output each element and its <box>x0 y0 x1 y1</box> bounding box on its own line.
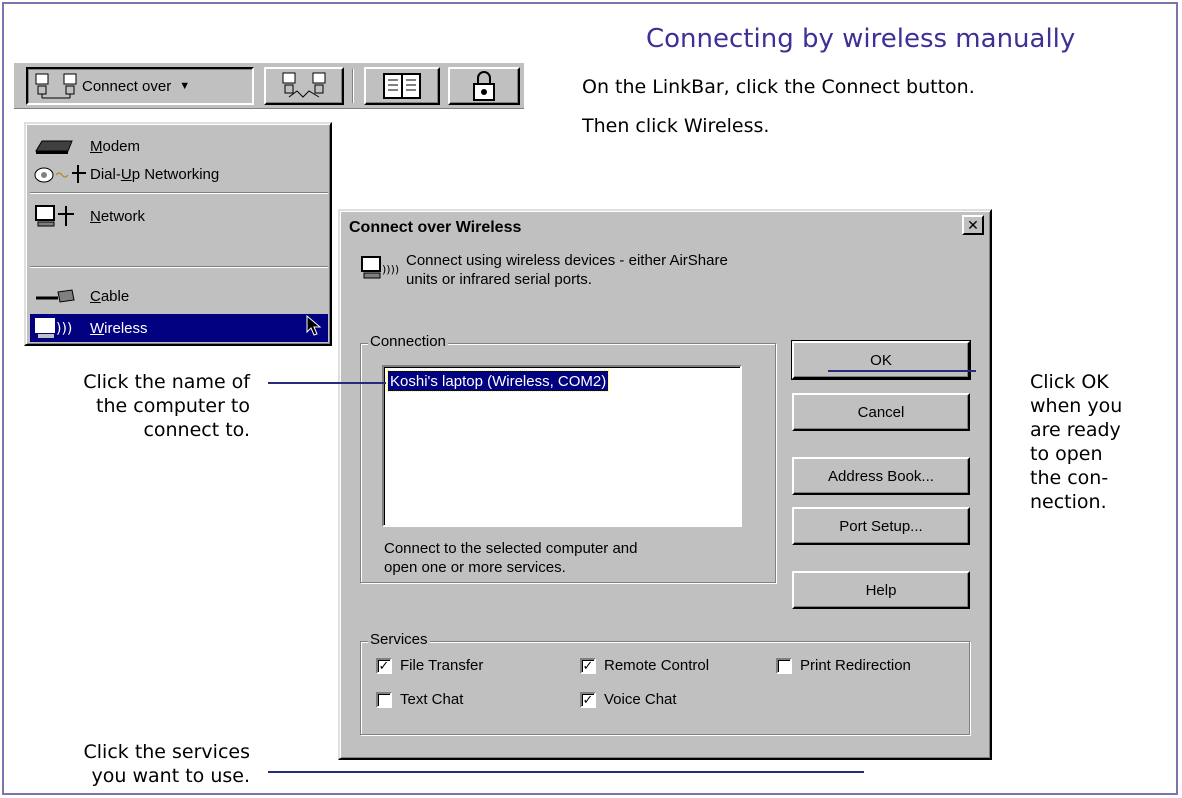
connect-icon <box>35 73 77 99</box>
transfer-icon <box>282 72 326 98</box>
connection-listbox[interactable]: Koshi's laptop (Wireless, COM2) <box>382 365 742 527</box>
menu-item-label: Wireless <box>90 319 148 337</box>
note-line: Click OK <box>1030 371 1109 393</box>
address-book-button[interactable]: Address Book... <box>792 457 970 495</box>
callout-line-services <box>268 771 864 773</box>
note-line: to open <box>1030 443 1103 465</box>
menu-item-cable[interactable]: Cable <box>30 282 328 310</box>
note-line: connect to. <box>143 419 250 441</box>
cancel-button[interactable]: Cancel <box>792 393 970 431</box>
note-line: are ready <box>1030 419 1121 441</box>
menu-item-label: Cable <box>90 287 130 305</box>
connect-over-button[interactable]: Connect over ▼ <box>26 67 254 105</box>
callout-line-ok <box>828 370 976 372</box>
checkbox-label: Remote Control <box>604 657 710 674</box>
modem-icon <box>35 140 73 154</box>
connect-over-wireless-dialog: Connect over Wireless ✕ )))) Connect usi… <box>338 209 992 760</box>
note-ok: Click OK when you are ready to open the … <box>1030 370 1170 514</box>
note-line: nection. <box>1030 491 1107 513</box>
network-icon <box>35 205 74 227</box>
checkbox-box[interactable] <box>776 657 792 674</box>
menu-item-modem[interactable]: Modem <box>30 132 328 160</box>
lock-icon-button[interactable] <box>448 67 520 105</box>
connection-group-label: Connection <box>368 333 448 350</box>
dialog-titlebar: Connect over Wireless <box>343 214 987 242</box>
note-line: when you <box>1030 395 1123 417</box>
wireless-icon: ))) <box>35 318 72 338</box>
note-line: the con- <box>1030 467 1109 489</box>
checkbox-box[interactable]: ✓ <box>580 657 596 674</box>
dialog-title: Connect over Wireless <box>349 219 522 236</box>
dropdown-arrow-icon: ▼ <box>179 80 191 92</box>
connection-hint-2: open one or more services. <box>384 559 566 576</box>
instruction-1: On the LinkBar, click the Connect button… <box>582 76 975 98</box>
note-line: Click the name of <box>83 371 250 393</box>
ok-button[interactable]: OK <box>791 340 971 380</box>
help-button[interactable]: Help <box>792 571 970 609</box>
toolbar-separator <box>352 69 354 103</box>
close-button[interactable]: ✕ <box>962 215 984 235</box>
port-setup-button[interactable]: Port Setup... <box>792 507 970 545</box>
note-computer: Click the name of the computer to connec… <box>40 370 250 442</box>
dialog-description-1: Connect using wireless devices - either … <box>406 252 728 269</box>
list-item[interactable]: Koshi's laptop (Wireless, COM2) <box>386 370 610 392</box>
dialog-description-2: units or infrared serial ports. <box>406 271 592 288</box>
menu-item-label: Modem <box>90 137 141 155</box>
dialup-icon <box>34 165 86 183</box>
lock-icon <box>473 71 495 101</box>
note-line: the computer to <box>96 395 250 417</box>
services-group <box>360 641 970 735</box>
menu-separator <box>30 266 328 268</box>
mouse-cursor-icon <box>306 314 322 341</box>
menu-item-network[interactable]: Network <box>30 202 328 230</box>
connection-hint-1: Connect to the selected computer and <box>384 540 638 557</box>
book-icon-button[interactable] <box>364 67 440 105</box>
checkbox-label: Voice Chat <box>604 691 677 708</box>
text-chat-checkbox[interactable]: Text Chat <box>376 691 463 708</box>
transfer-icon-button[interactable] <box>264 67 344 105</box>
print-redirection-checkbox[interactable]: Print Redirection <box>776 657 911 674</box>
remote-control-checkbox[interactable]: ✓ Remote Control <box>580 657 709 674</box>
page-title: Connecting by wireless manually <box>646 24 1076 54</box>
checkbox-label: Text Chat <box>400 691 464 708</box>
note-line: you want to use. <box>91 765 250 787</box>
checkbox-box[interactable] <box>376 691 392 708</box>
menu-item-dialup[interactable]: Dial-Up Networking <box>30 160 328 188</box>
checkbox-box[interactable]: ✓ <box>580 691 596 708</box>
cable-icon <box>36 289 75 303</box>
checkbox-box[interactable]: ✓ <box>376 657 392 674</box>
close-icon: ✕ <box>967 216 979 233</box>
checkbox-label: File Transfer <box>400 657 484 674</box>
connect-over-menu: Modem Dial-Up Networking Network Cable )… <box>24 122 332 346</box>
checkbox-label: Print Redirection <box>800 657 911 674</box>
note-services: Click the services you want to use. <box>40 740 251 788</box>
linkbar-toolbar: Connect over ▼ <box>14 63 524 109</box>
svg-text:)))): )))) <box>382 263 399 276</box>
wireless-computer-icon: )))) <box>360 255 400 290</box>
connect-over-label: Connect over <box>82 77 172 95</box>
note-line: Click the services <box>83 741 251 763</box>
menu-item-label: Dial-Up Networking <box>90 165 220 183</box>
svg-text:))): ))) <box>56 321 72 337</box>
callout-line-computer <box>268 382 386 384</box>
book-icon <box>383 73 421 99</box>
menu-item-label: Network <box>90 207 146 225</box>
services-group-label: Services <box>368 631 430 648</box>
file-transfer-checkbox[interactable]: ✓ File Transfer <box>376 657 483 674</box>
instruction-2: Then click Wireless. <box>582 115 770 137</box>
menu-separator <box>30 192 328 194</box>
voice-chat-checkbox[interactable]: ✓ Voice Chat <box>580 691 677 708</box>
menu-item-wireless[interactable]: ))) Wireless <box>30 314 328 342</box>
